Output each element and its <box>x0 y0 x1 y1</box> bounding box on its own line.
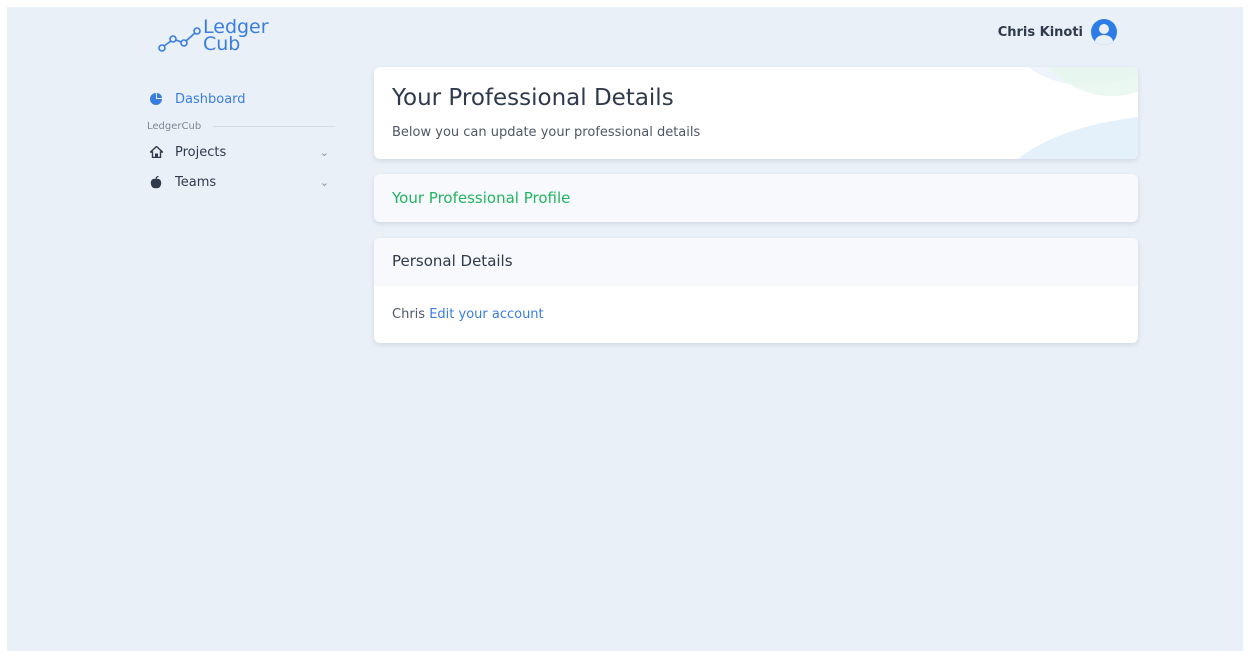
sidebar-item-dashboard[interactable]: Dashboard <box>147 87 335 111</box>
brand-line2: Cub <box>203 33 241 55</box>
section-divider <box>213 126 335 127</box>
personal-details-body: Chris Edit your account <box>392 307 544 322</box>
sidebar-section-label: LedgerCub <box>147 121 202 132</box>
sidebar-item-label: Projects <box>175 144 227 160</box>
decorative-wave-icon <box>1018 67 1138 159</box>
brand-wordmark: Ledger Cub <box>203 18 269 55</box>
page-title: Your Professional Details <box>392 85 674 111</box>
card-header: Personal Details <box>374 238 1138 286</box>
chevron-down-icon[interactable]: ⌄ <box>320 176 329 189</box>
personal-details-card: Personal Details Chris Edit your account <box>374 238 1138 343</box>
pie-chart-icon <box>147 93 165 105</box>
professional-profile-title[interactable]: Your Professional Profile <box>392 189 570 207</box>
sidebar-item-teams[interactable]: Teams ⌄ <box>147 170 335 194</box>
home-icon <box>147 146 165 158</box>
user-menu[interactable]: Chris Kinoti <box>998 19 1117 45</box>
sidebar-item-label: Dashboard <box>175 91 246 107</box>
chevron-down-icon[interactable]: ⌄ <box>320 146 329 159</box>
sidebar: Dashboard LedgerCub Projects ⌄ Teams ⌄ <box>147 87 335 194</box>
sidebar-item-projects[interactable]: Projects ⌄ <box>147 140 335 164</box>
apple-icon <box>147 175 165 189</box>
page-header-card: Your Professional Details Below you can … <box>374 67 1138 159</box>
page-subtitle: Below you can update your professional d… <box>392 125 701 140</box>
app-frame: Ledger Cub Chris Kinoti Dashboard Ledger… <box>7 7 1243 651</box>
user-first-name: Chris <box>392 307 426 322</box>
sidebar-section-header: LedgerCub <box>147 121 335 132</box>
logo-graph-icon <box>158 27 201 52</box>
personal-details-title: Personal Details <box>392 252 513 270</box>
user-avatar-icon[interactable] <box>1091 19 1117 45</box>
user-name: Chris Kinoti <box>997 24 1083 40</box>
sidebar-item-label: Teams <box>175 174 217 190</box>
professional-profile-card[interactable]: Your Professional Profile <box>374 174 1138 222</box>
edit-account-link[interactable]: Edit your account <box>429 307 543 322</box>
